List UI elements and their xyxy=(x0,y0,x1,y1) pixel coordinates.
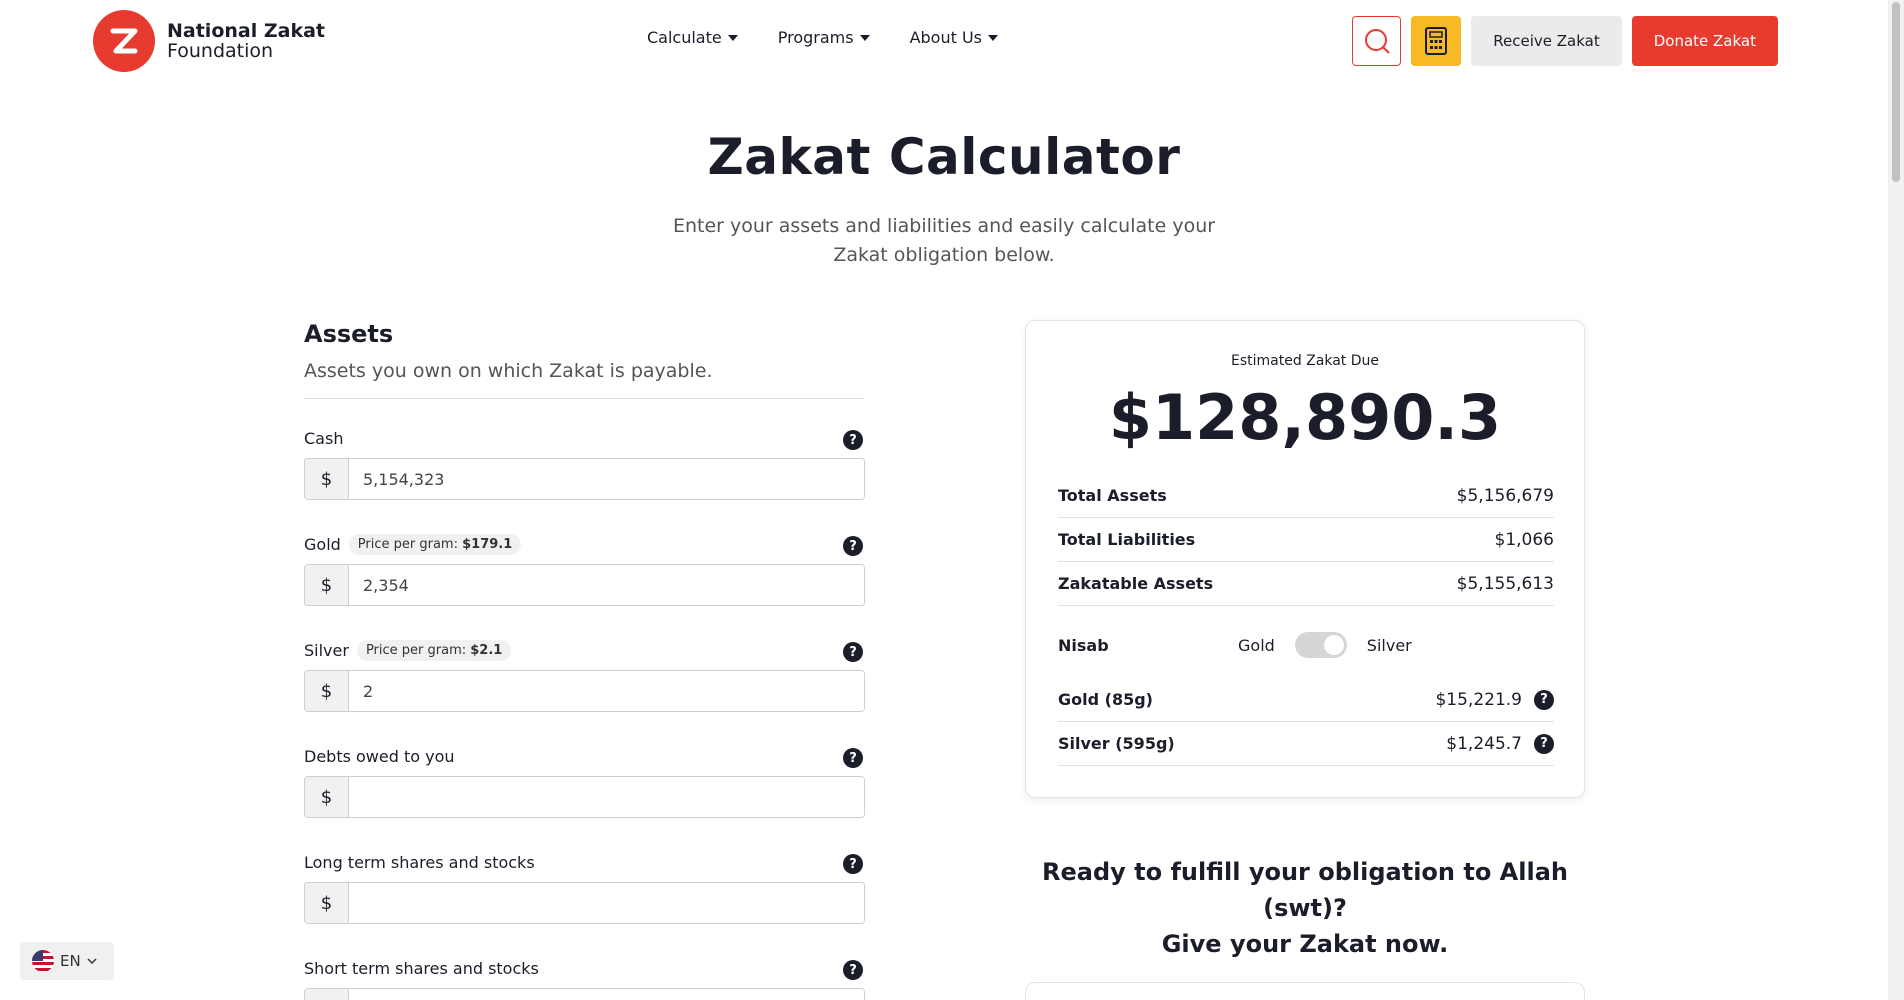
chevron-down-icon xyxy=(87,958,97,965)
field-short-term-shares: Short term shares and stocks ? $ xyxy=(304,956,865,1000)
assets-description: Assets you own on which Zakat is payable… xyxy=(304,360,865,399)
debts-owed-input[interactable] xyxy=(349,777,864,817)
short-term-shares-input[interactable] xyxy=(349,989,864,1000)
help-icon[interactable]: ? xyxy=(843,748,863,768)
summary-row-value: $5,155,613 xyxy=(1456,573,1554,594)
summary-row-key: Total Assets xyxy=(1058,486,1167,505)
nisab-option-gold[interactable]: Gold xyxy=(1238,636,1275,655)
field-silver-label: Silver xyxy=(304,640,349,660)
currency-prefix: $ xyxy=(305,989,349,1000)
nav-programs[interactable]: Programs xyxy=(778,28,870,47)
field-long-term-shares-label: Long term shares and stocks xyxy=(304,852,535,872)
summary-row-total-liabilities: Total Liabilities $1,066 xyxy=(1058,518,1554,562)
summary-row-zakatable-assets: Zakatable Assets $5,155,613 xyxy=(1058,562,1554,606)
donation-form-card xyxy=(1025,982,1585,1000)
field-cash: Cash ? $ xyxy=(304,426,865,500)
gold-price-badge: Price per gram: $179.1 xyxy=(348,533,522,555)
field-gold: Gold Price per gram: $179.1 ? $ xyxy=(304,532,865,606)
currency-prefix: $ xyxy=(305,459,349,499)
help-icon[interactable]: ? xyxy=(843,642,863,662)
currency-prefix: $ xyxy=(305,777,349,817)
caret-down-icon xyxy=(727,34,738,41)
zakat-summary-card: Estimated Zakat Due $128,890.3 Total Ass… xyxy=(1025,320,1585,798)
cta-line2: Give your Zakat now. xyxy=(1161,930,1449,958)
header-actions: Receive Zakat Donate Zakat xyxy=(1352,16,1778,66)
brand-logo[interactable]: National Zakat Foundation xyxy=(93,10,325,72)
nisab-label: Nisab xyxy=(1058,635,1109,655)
help-icon[interactable]: ? xyxy=(843,430,863,450)
help-icon[interactable]: ? xyxy=(1534,689,1554,710)
nisab-option-silver[interactable]: Silver xyxy=(1367,636,1412,655)
help-icon[interactable]: ? xyxy=(843,536,863,556)
long-term-shares-input[interactable] xyxy=(349,883,864,923)
currency-prefix: $ xyxy=(305,565,349,605)
nisab-row-gold: Gold (85g) $15,221.9 ? xyxy=(1058,678,1554,722)
field-cash-label: Cash xyxy=(304,428,344,448)
nisab-toggle[interactable] xyxy=(1294,632,1347,658)
field-debts-owed-label: Debts owed to you xyxy=(304,746,455,766)
site-header: National Zakat Foundation Calculate Prog… xyxy=(0,0,1888,82)
silver-price-value: $2.1 xyxy=(470,642,503,658)
field-silver: Silver Price per gram: $2.1 ? $ xyxy=(304,638,865,712)
brand-name-line1: National Zakat xyxy=(167,20,325,42)
page-subtitle: Enter your assets and liabilities and ea… xyxy=(672,215,1216,266)
nisab-selector: Nisab Gold Silver xyxy=(1058,621,1554,669)
silver-input[interactable] xyxy=(349,671,864,711)
estimated-zakat-label: Estimated Zakat Due xyxy=(1231,353,1379,369)
nav-calculate-label: Calculate xyxy=(647,28,722,47)
main-nav: Calculate Programs About Us xyxy=(647,28,999,47)
nisab-row-value: $15,221.9 xyxy=(1435,689,1522,710)
field-short-term-shares-label: Short term shares and stocks xyxy=(304,958,539,978)
currency-prefix: $ xyxy=(305,883,349,923)
nisab-row-key: Gold (85g) xyxy=(1058,690,1153,709)
summary-row-key: Zakatable Assets xyxy=(1058,574,1214,593)
search-button[interactable] xyxy=(1352,16,1402,66)
donate-zakat-button[interactable]: Donate Zakat xyxy=(1631,16,1778,66)
cta-line1: Ready to fulfill your obligation to Alla… xyxy=(1042,858,1568,922)
nav-programs-label: Programs xyxy=(777,28,854,47)
logo-mark-icon xyxy=(93,10,155,72)
calculator-icon xyxy=(1425,27,1448,55)
summary-row-total-assets: Total Assets $5,156,679 xyxy=(1058,474,1554,518)
us-flag-icon xyxy=(32,950,54,972)
summary-row-value: $5,156,679 xyxy=(1456,485,1554,506)
assets-section: Assets Assets you own on which Zakat is … xyxy=(304,320,865,1000)
summary-row-value: $1,066 xyxy=(1494,529,1554,550)
help-icon[interactable]: ? xyxy=(843,960,863,980)
search-icon xyxy=(1364,29,1390,54)
help-icon[interactable]: ? xyxy=(843,854,863,874)
nav-calculate[interactable]: Calculate xyxy=(647,28,738,47)
caret-down-icon xyxy=(988,34,999,41)
receive-zakat-button[interactable]: Receive Zakat xyxy=(1471,16,1622,66)
field-gold-label: Gold xyxy=(304,534,341,554)
summary-row-key: Total Liabilities xyxy=(1058,530,1196,549)
brand-name-line2: Foundation xyxy=(167,40,274,62)
currency-prefix: $ xyxy=(305,671,349,711)
gold-input[interactable] xyxy=(349,565,864,605)
gold-price-prefix: Price per gram: xyxy=(357,536,458,552)
nav-about-us[interactable]: About Us xyxy=(909,28,999,47)
calculator-button[interactable] xyxy=(1411,16,1462,66)
toggle-knob xyxy=(1323,635,1344,655)
nisab-row-key: Silver (595g) xyxy=(1058,734,1175,753)
nav-about-us-label: About Us xyxy=(909,28,983,47)
nisab-row-silver: Silver (595g) $1,245.7 ? xyxy=(1058,722,1554,766)
assets-title: Assets xyxy=(304,320,394,348)
scrollbar-thumb[interactable] xyxy=(1892,2,1900,182)
nisab-row-value: $1,245.7 xyxy=(1446,733,1522,754)
page-scrollbar[interactable] xyxy=(1888,0,1904,1000)
estimated-zakat-amount: $128,890.3 xyxy=(1108,381,1502,454)
cash-input[interactable] xyxy=(349,459,864,499)
silver-price-badge: Price per gram: $2.1 xyxy=(356,639,512,661)
language-selector[interactable]: EN xyxy=(20,942,114,980)
field-long-term-shares: Long term shares and stocks ? $ xyxy=(304,850,865,924)
silver-price-prefix: Price per gram: xyxy=(365,642,467,658)
page-title: Zakat Calculator xyxy=(707,128,1181,186)
give-zakat-cta: Ready to fulfill your obligation to Alla… xyxy=(1000,854,1610,962)
caret-down-icon xyxy=(859,34,870,41)
gold-price-value: $179.1 xyxy=(462,536,513,552)
help-icon[interactable]: ? xyxy=(1534,733,1554,754)
field-debts-owed: Debts owed to you ? $ xyxy=(304,744,865,818)
language-code: EN xyxy=(60,952,81,970)
